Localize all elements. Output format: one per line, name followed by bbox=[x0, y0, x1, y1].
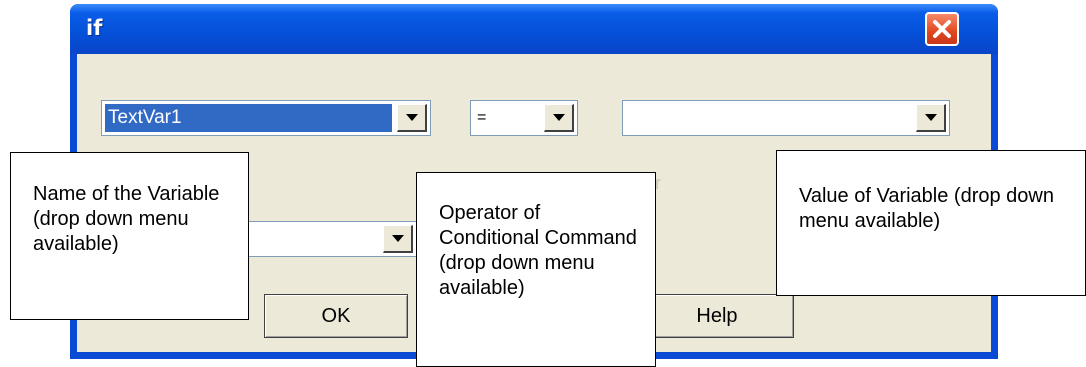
chevron-down-icon bbox=[925, 114, 937, 121]
chevron-down-icon bbox=[392, 235, 404, 242]
chevron-down-icon bbox=[406, 114, 418, 121]
chevron-down-icon bbox=[553, 114, 565, 121]
ok-button[interactable]: OK bbox=[264, 294, 408, 338]
callout-variable-value-text: Value of Variable (drop down menu availa… bbox=[799, 185, 1054, 232]
variable-name-combo[interactable]: TextVar1 bbox=[101, 100, 431, 136]
callout-operator-text: Operator of Conditional Command (drop do… bbox=[439, 202, 637, 299]
variable-dropdown-button[interactable] bbox=[397, 104, 427, 132]
operator-dropdown-button[interactable] bbox=[544, 104, 574, 132]
callout-operator: Operator of Conditional Command (drop do… bbox=[416, 172, 656, 367]
close-button[interactable] bbox=[925, 12, 959, 46]
second-variable-combo[interactable] bbox=[227, 221, 417, 257]
title-bar[interactable]: if bbox=[70, 4, 998, 54]
operator-combo[interactable]: = bbox=[470, 100, 578, 136]
variable-value-combo[interactable] bbox=[622, 100, 950, 136]
callout-variable-value: Value of Variable (drop down menu availa… bbox=[776, 150, 1086, 296]
close-icon bbox=[933, 20, 951, 38]
variable-name-value: TextVar1 bbox=[105, 104, 392, 132]
second-dropdown-button[interactable] bbox=[383, 225, 413, 253]
callout-variable-name: Name of the Variable (drop down menu ava… bbox=[10, 152, 249, 320]
help-button[interactable]: Help bbox=[640, 294, 794, 338]
variable-value-text bbox=[626, 104, 629, 132]
callout-variable-name-text: Name of the Variable (drop down menu ava… bbox=[33, 183, 220, 255]
dialog-title: if bbox=[86, 16, 103, 40]
value-dropdown-button[interactable] bbox=[916, 104, 946, 132]
operator-value: = bbox=[477, 109, 487, 126]
